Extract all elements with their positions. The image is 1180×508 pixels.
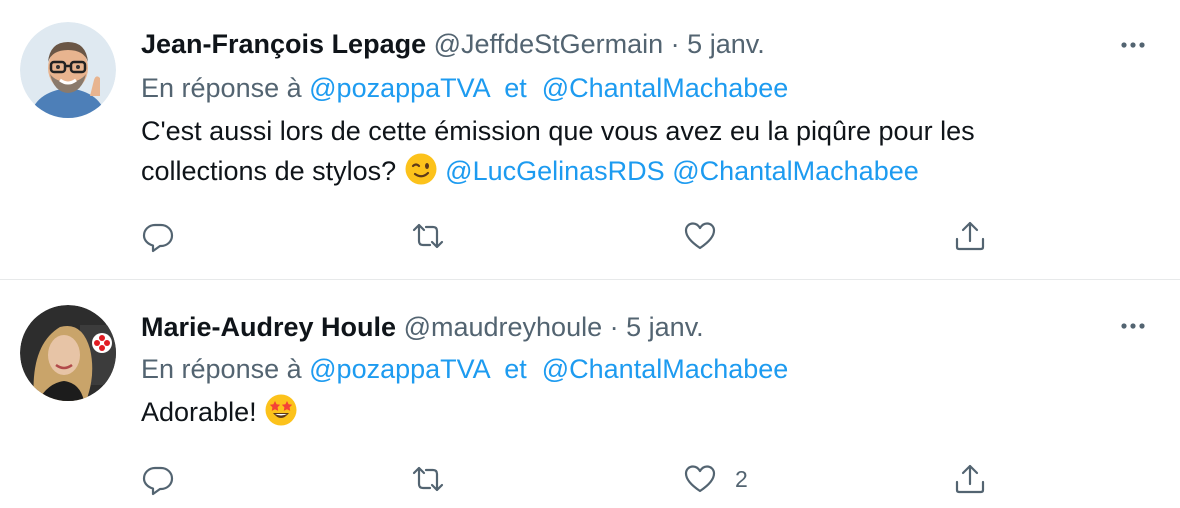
tweet-actions: 2	[0, 459, 1180, 499]
tweet-header: Marie-Audrey Houle @maudreyhoule · 5 jan…	[141, 310, 704, 344]
reply-mention[interactable]: @pozappaTVA	[309, 73, 489, 103]
reply-mention[interactable]: @pozappaTVA	[309, 354, 489, 384]
heart-icon	[684, 222, 716, 250]
star-struck-emoji-icon	[264, 393, 298, 427]
speech-bubble-icon	[142, 466, 174, 496]
tweet-date[interactable]: 5 janv.	[626, 312, 704, 342]
tweet-date[interactable]: 5 janv.	[687, 29, 765, 59]
reply-mention[interactable]: @ChantalMachabee	[542, 73, 789, 103]
reply-joiner: et	[504, 354, 527, 384]
tweet-actions	[0, 216, 1180, 256]
retweet-arrows-icon	[412, 223, 444, 249]
like-count: 2	[735, 465, 748, 492]
author-handle[interactable]: @JeffdeStGermain	[434, 29, 664, 59]
mention-link[interactable]: @LucGelinasRDS	[445, 156, 665, 186]
author-name[interactable]: Jean-François Lepage	[141, 29, 426, 59]
reply-prefix: En réponse à	[141, 73, 302, 103]
avatar-photo-image	[20, 305, 116, 401]
retweet-arrows-icon	[412, 466, 444, 492]
share-button[interactable]	[953, 459, 987, 499]
tweet-text-line: Adorable!	[141, 397, 257, 427]
separator-dot: ·	[670, 29, 680, 59]
three-dots-icon	[1121, 323, 1145, 329]
tweet-text: C'est aussi lors de cette émission que v…	[141, 111, 1141, 191]
reply-context: En réponse à @pozappaTVA et @ChantalMach…	[141, 352, 788, 386]
avatar[interactable]	[20, 22, 116, 118]
tweet-text-line: collections de stylos?	[141, 156, 397, 186]
author-handle[interactable]: @maudreyhoule	[404, 312, 603, 342]
tweet[interactable]: Jean-François Lepage @JeffdeStGermain · …	[0, 0, 1180, 280]
reply-mention[interactable]: @ChantalMachabee	[542, 354, 789, 384]
author-name[interactable]: Marie-Audrey Houle	[141, 312, 396, 342]
share-upload-icon	[955, 464, 985, 494]
avatar-memoji-image	[20, 22, 116, 118]
heart-icon	[684, 465, 716, 493]
like-button[interactable]: 2	[683, 459, 748, 499]
reply-button[interactable]	[141, 216, 175, 256]
reply-context: En réponse à @pozappaTVA et @ChantalMach…	[141, 71, 788, 105]
more-options-button[interactable]	[1116, 309, 1150, 343]
more-options-button[interactable]	[1116, 28, 1150, 62]
three-dots-icon	[1121, 42, 1145, 48]
retweet-button[interactable]	[411, 459, 445, 499]
reply-button[interactable]	[141, 459, 175, 499]
tweet-text-line: C'est aussi lors de cette émission que v…	[141, 116, 975, 146]
speech-bubble-icon	[142, 223, 174, 253]
separator-dot: ·	[609, 312, 619, 342]
tweet-text: Adorable!	[141, 392, 1141, 432]
mention-link[interactable]: @ChantalMachabee	[672, 156, 919, 186]
winking-face-emoji-icon	[404, 152, 438, 186]
avatar[interactable]	[20, 305, 116, 401]
share-upload-icon	[955, 221, 985, 251]
share-button[interactable]	[953, 216, 987, 256]
retweet-button[interactable]	[411, 216, 445, 256]
reply-prefix: En réponse à	[141, 354, 302, 384]
reply-joiner: et	[504, 73, 527, 103]
like-button[interactable]	[683, 216, 717, 256]
tweet[interactable]: Marie-Audrey Houle @maudreyhoule · 5 jan…	[0, 281, 1180, 508]
tweet-header: Jean-François Lepage @JeffdeStGermain · …	[141, 27, 765, 61]
